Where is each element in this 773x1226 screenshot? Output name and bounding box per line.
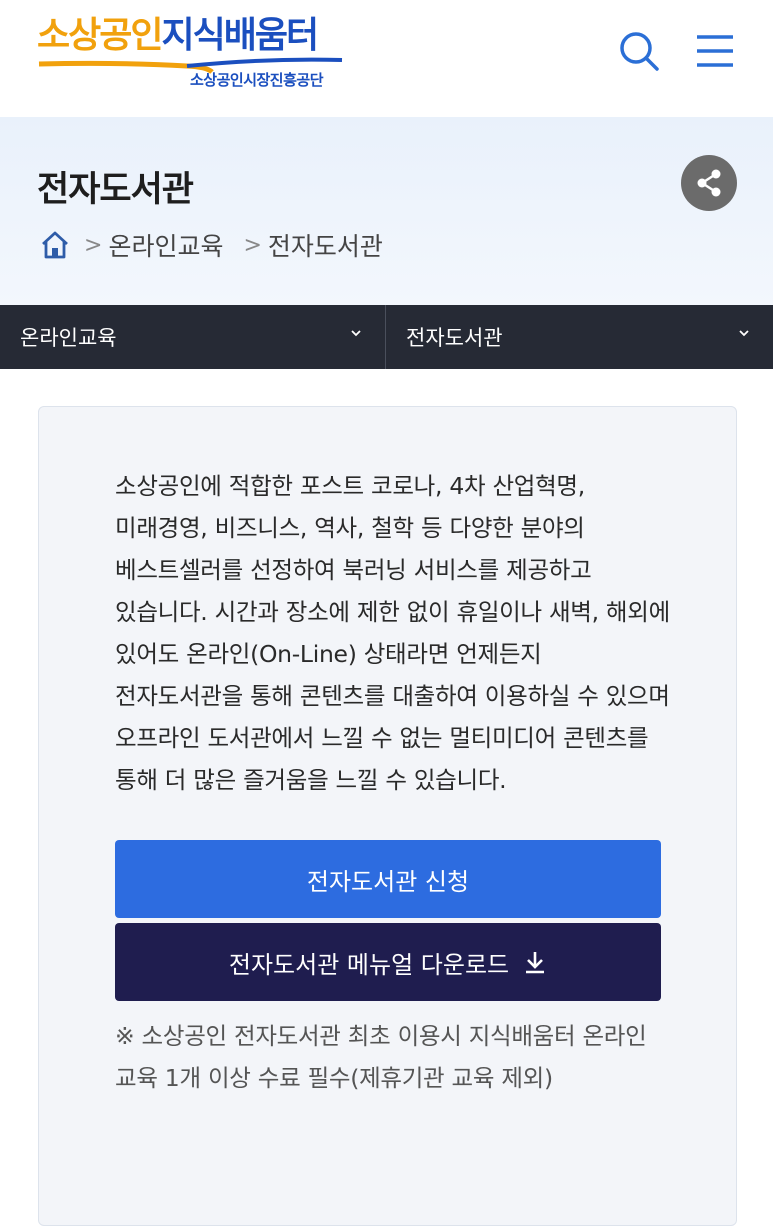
download-icon — [526, 952, 545, 974]
download-manual-button[interactable]: 전자도서관 메뉴얼 다운로드 — [115, 923, 661, 1001]
breadcrumb-separator: > — [243, 232, 262, 258]
subnav-label: 온라인교육 — [20, 326, 117, 350]
breadcrumb-separator: > — [84, 232, 103, 258]
menu-button[interactable] — [692, 28, 738, 74]
apply-e-library-button[interactable]: 전자도서관 신청 — [115, 840, 661, 918]
subnav-dropdown-online-education[interactable]: 온라인교육 — [0, 305, 386, 369]
share-button[interactable] — [681, 155, 737, 211]
hamburger-menu-icon — [697, 35, 733, 67]
page-title: 전자도서관 — [37, 170, 194, 210]
usage-notice: ※ 소상공인 전자도서관 최초 이용시 지식배움터 온라인 교육 1개 이상 수… — [115, 1022, 647, 1092]
breadcrumb: > 온라인교육 > 전자도서관 — [40, 227, 383, 263]
breadcrumb-item-e-library[interactable]: 전자도서관 — [268, 227, 383, 263]
search-icon — [620, 32, 659, 71]
chevron-down-icon — [351, 330, 361, 337]
site-header: 소상공인지식배움터 소상공인시장진흥공단 — [0, 0, 773, 117]
sub-navigation: 온라인교육 전자도서관 — [0, 305, 773, 369]
logo-subtitle: 소상공인시장진흥공단 — [190, 71, 324, 89]
content-card: 소상공인에 적합한 포스트 코로나, 4차 산업혁명, 미래경영, 비즈니스, … — [38, 406, 737, 1226]
library-description: 소상공인에 적합한 포스트 코로나, 4차 산업혁명, 미래경영, 비즈니스, … — [115, 472, 670, 794]
page-title-area: 전자도서관 > 온라인교육 > 전자도서관 — [0, 117, 773, 305]
chevron-down-icon — [739, 330, 749, 337]
manual-button-label: 전자도서관 메뉴얼 다운로드 — [228, 950, 510, 979]
breadcrumb-item-online-education[interactable]: 온라인교육 — [108, 227, 223, 263]
subnav-dropdown-e-library[interactable]: 전자도서관 — [386, 305, 773, 369]
subnav-label: 전자도서관 — [406, 326, 503, 350]
apply-button-label: 전자도서관 신청 — [306, 867, 470, 896]
share-icon — [697, 169, 721, 197]
search-button[interactable] — [616, 28, 662, 74]
site-logo[interactable]: 소상공인지식배움터 소상공인시장진흥공단 — [37, 14, 357, 94]
logo-text: 소상공인지식배움터 — [37, 15, 319, 56]
home-icon[interactable] — [40, 230, 70, 260]
